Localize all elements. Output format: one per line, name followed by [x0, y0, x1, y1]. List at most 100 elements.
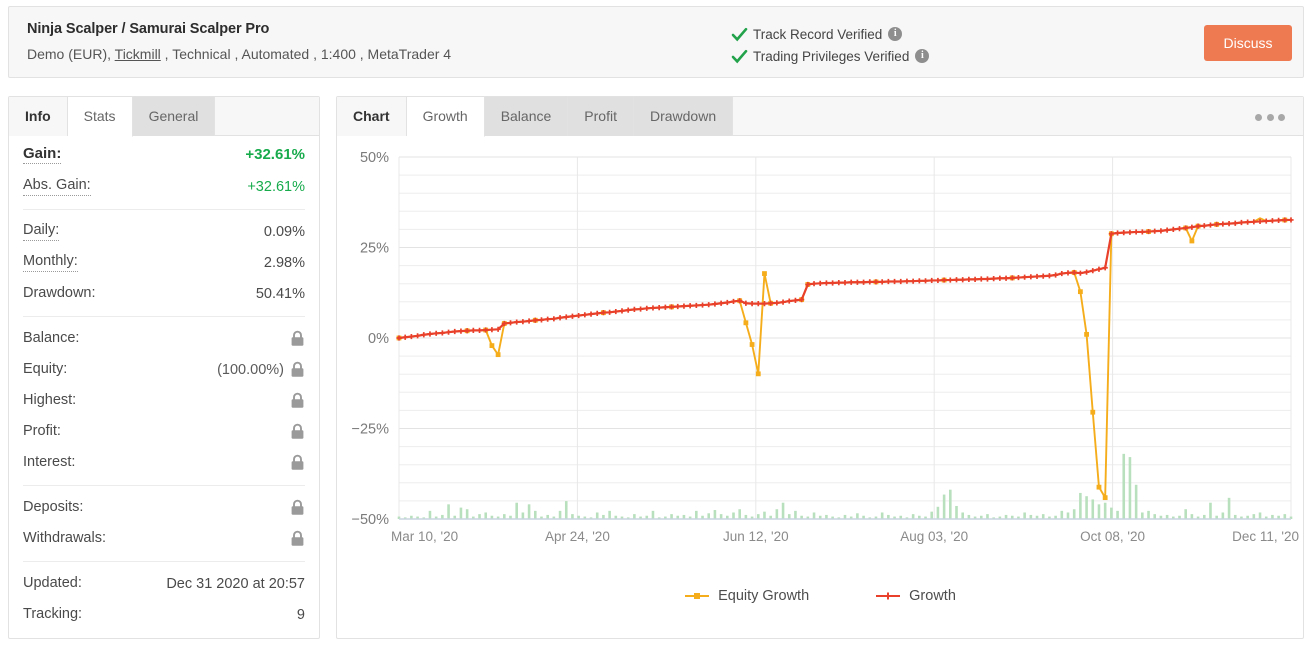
volume-bar — [1209, 502, 1212, 519]
info-icon[interactable]: i — [915, 49, 930, 63]
stat-label: Balance: — [23, 329, 80, 346]
legend-item-growth[interactable]: Growth — [875, 588, 956, 604]
volume-bar — [651, 510, 655, 519]
volume-bar — [695, 510, 698, 519]
stat-label[interactable]: Abs. Gain: — [23, 177, 91, 196]
lock-icon[interactable] — [290, 530, 305, 547]
stats-divider — [23, 485, 305, 486]
legend-item-equity-growth[interactable]: Equity Growth — [684, 588, 809, 604]
x-tick-label: Dec 11, '20 — [1232, 529, 1299, 544]
stats-divider — [23, 316, 305, 317]
info-icon[interactable]: i — [888, 27, 903, 41]
volume-bar — [955, 505, 958, 519]
tab-profit[interactable]: Profit — [568, 97, 634, 136]
account-meta: Demo (EUR), Tickmill , Technical , Autom… — [27, 46, 451, 62]
volume-bar — [1097, 504, 1101, 519]
stat-label: Deposits: — [23, 498, 84, 515]
stat-value-text: Dec 31 2020 at 20:57 — [166, 575, 305, 592]
volume-bar — [465, 509, 469, 519]
volume-bar — [1147, 510, 1150, 519]
lock-icon[interactable] — [290, 392, 305, 409]
x-tick-label: Apr 24, '20 — [545, 529, 610, 544]
volume-bar — [533, 510, 537, 519]
stat-value-text: +32.61% — [247, 178, 305, 195]
stat-label: Withdrawals: — [23, 529, 106, 546]
broker-link[interactable]: Tickmill — [115, 46, 161, 62]
stat-value — [284, 499, 305, 516]
track-record-verified-label: Track Record Verified — [753, 26, 883, 42]
stat-value — [284, 530, 305, 547]
data-point — [1102, 495, 1108, 501]
stat-row-deposits: Deposits: — [23, 492, 305, 523]
volume-bar — [794, 510, 797, 519]
tab-balance[interactable]: Balance — [484, 97, 569, 136]
x-tick-label: Jun 12, '20 — [723, 529, 789, 544]
legend-label-equity-growth: Equity Growth — [718, 588, 810, 604]
volume-bar — [1258, 512, 1262, 519]
discuss-button[interactable]: Discuss — [1204, 25, 1292, 61]
lock-icon[interactable] — [290, 330, 305, 347]
stat-label[interactable]: Monthly: — [23, 253, 78, 272]
account-type: Demo (EUR), — [27, 46, 115, 62]
data-point — [755, 371, 761, 377]
stat-value — [284, 330, 305, 347]
tab-stats[interactable]: Stats — [67, 97, 133, 137]
tab-chart[interactable]: Chart — [337, 97, 407, 136]
volume-bar — [812, 512, 816, 519]
check-icon — [731, 48, 748, 65]
stat-value: 0.09% — [264, 224, 305, 240]
tab-info[interactable]: Info — [9, 97, 68, 136]
volume-bar — [595, 512, 599, 519]
stat-label[interactable]: Gain: — [23, 145, 62, 164]
data-point — [489, 343, 495, 349]
more-options-icon[interactable] — [1255, 110, 1285, 124]
stat-value-text: 50.41% — [255, 285, 305, 302]
lock-icon[interactable] — [290, 499, 305, 516]
stat-value: +32.61% — [245, 146, 305, 163]
stat-row-highest: Highest: — [23, 385, 305, 416]
volume-bar — [732, 512, 735, 519]
x-tick-label: Oct 08, '20 — [1080, 529, 1145, 544]
tab-general[interactable]: General — [132, 97, 216, 136]
volume-bar — [558, 510, 562, 519]
chart-tabbar: Chart Growth Balance Profit Drawdown — [337, 97, 1303, 137]
tab-drawdown[interactable]: Drawdown — [633, 97, 734, 136]
chart-legend: Equity Growth Growth — [337, 588, 1303, 604]
account-header: Ninja Scalper / Samurai Scalper Pro Demo… — [8, 6, 1304, 78]
data-point — [1077, 289, 1083, 295]
volume-bar — [1122, 453, 1126, 519]
track-record-verified-row: Track Record Verified i — [731, 23, 929, 45]
stat-label: Interest: — [23, 453, 76, 470]
stat-row-monthly: Monthly: 2.98% — [23, 247, 305, 278]
stats-tabbar: Info Stats General — [9, 97, 319, 137]
volume-bar — [1072, 509, 1076, 519]
stat-row-equity: Equity: (100.00%) — [23, 354, 305, 385]
volume-bar — [428, 510, 432, 519]
tab-growth[interactable]: Growth — [406, 97, 485, 137]
growth-chart-svg[interactable]: 50% 25% 0% −25% −50%Mar 10, '20 Apr 24, '20 Ju… — [337, 137, 1303, 597]
page-title: Ninja Scalper / Samurai Scalper Pro — [27, 21, 270, 37]
volume-bar — [1060, 510, 1064, 519]
volume-bar — [1079, 492, 1082, 519]
legend-swatch-growth — [875, 590, 901, 602]
stat-label: Updated: — [23, 574, 82, 591]
lock-icon[interactable] — [290, 361, 305, 378]
data-point — [762, 271, 767, 276]
stat-value-text: (100.00%) — [217, 361, 284, 378]
verification-badges: Track Record Verified i Trading Privileg… — [731, 23, 930, 67]
stat-value: (100.00%) — [217, 361, 305, 378]
volume-bar — [1091, 499, 1095, 519]
lock-icon[interactable] — [290, 454, 305, 471]
x-tick-label: Aug 03, '20 — [900, 529, 968, 544]
stat-value-text: 2.98% — [263, 254, 305, 271]
stat-value-text: +32.61% — [245, 145, 305, 163]
stat-label[interactable]: Daily: — [23, 222, 60, 241]
stats-divider — [23, 561, 305, 562]
data-point — [1084, 331, 1089, 337]
stat-row-gain: Gain: +32.61% — [23, 137, 305, 171]
stat-value: +32.61% — [247, 179, 305, 195]
lock-icon[interactable] — [290, 423, 305, 440]
stat-value-text: 9 — [296, 606, 305, 623]
stats-divider — [23, 209, 305, 210]
stat-value: Dec 31 2020 at 20:57 — [166, 576, 305, 592]
